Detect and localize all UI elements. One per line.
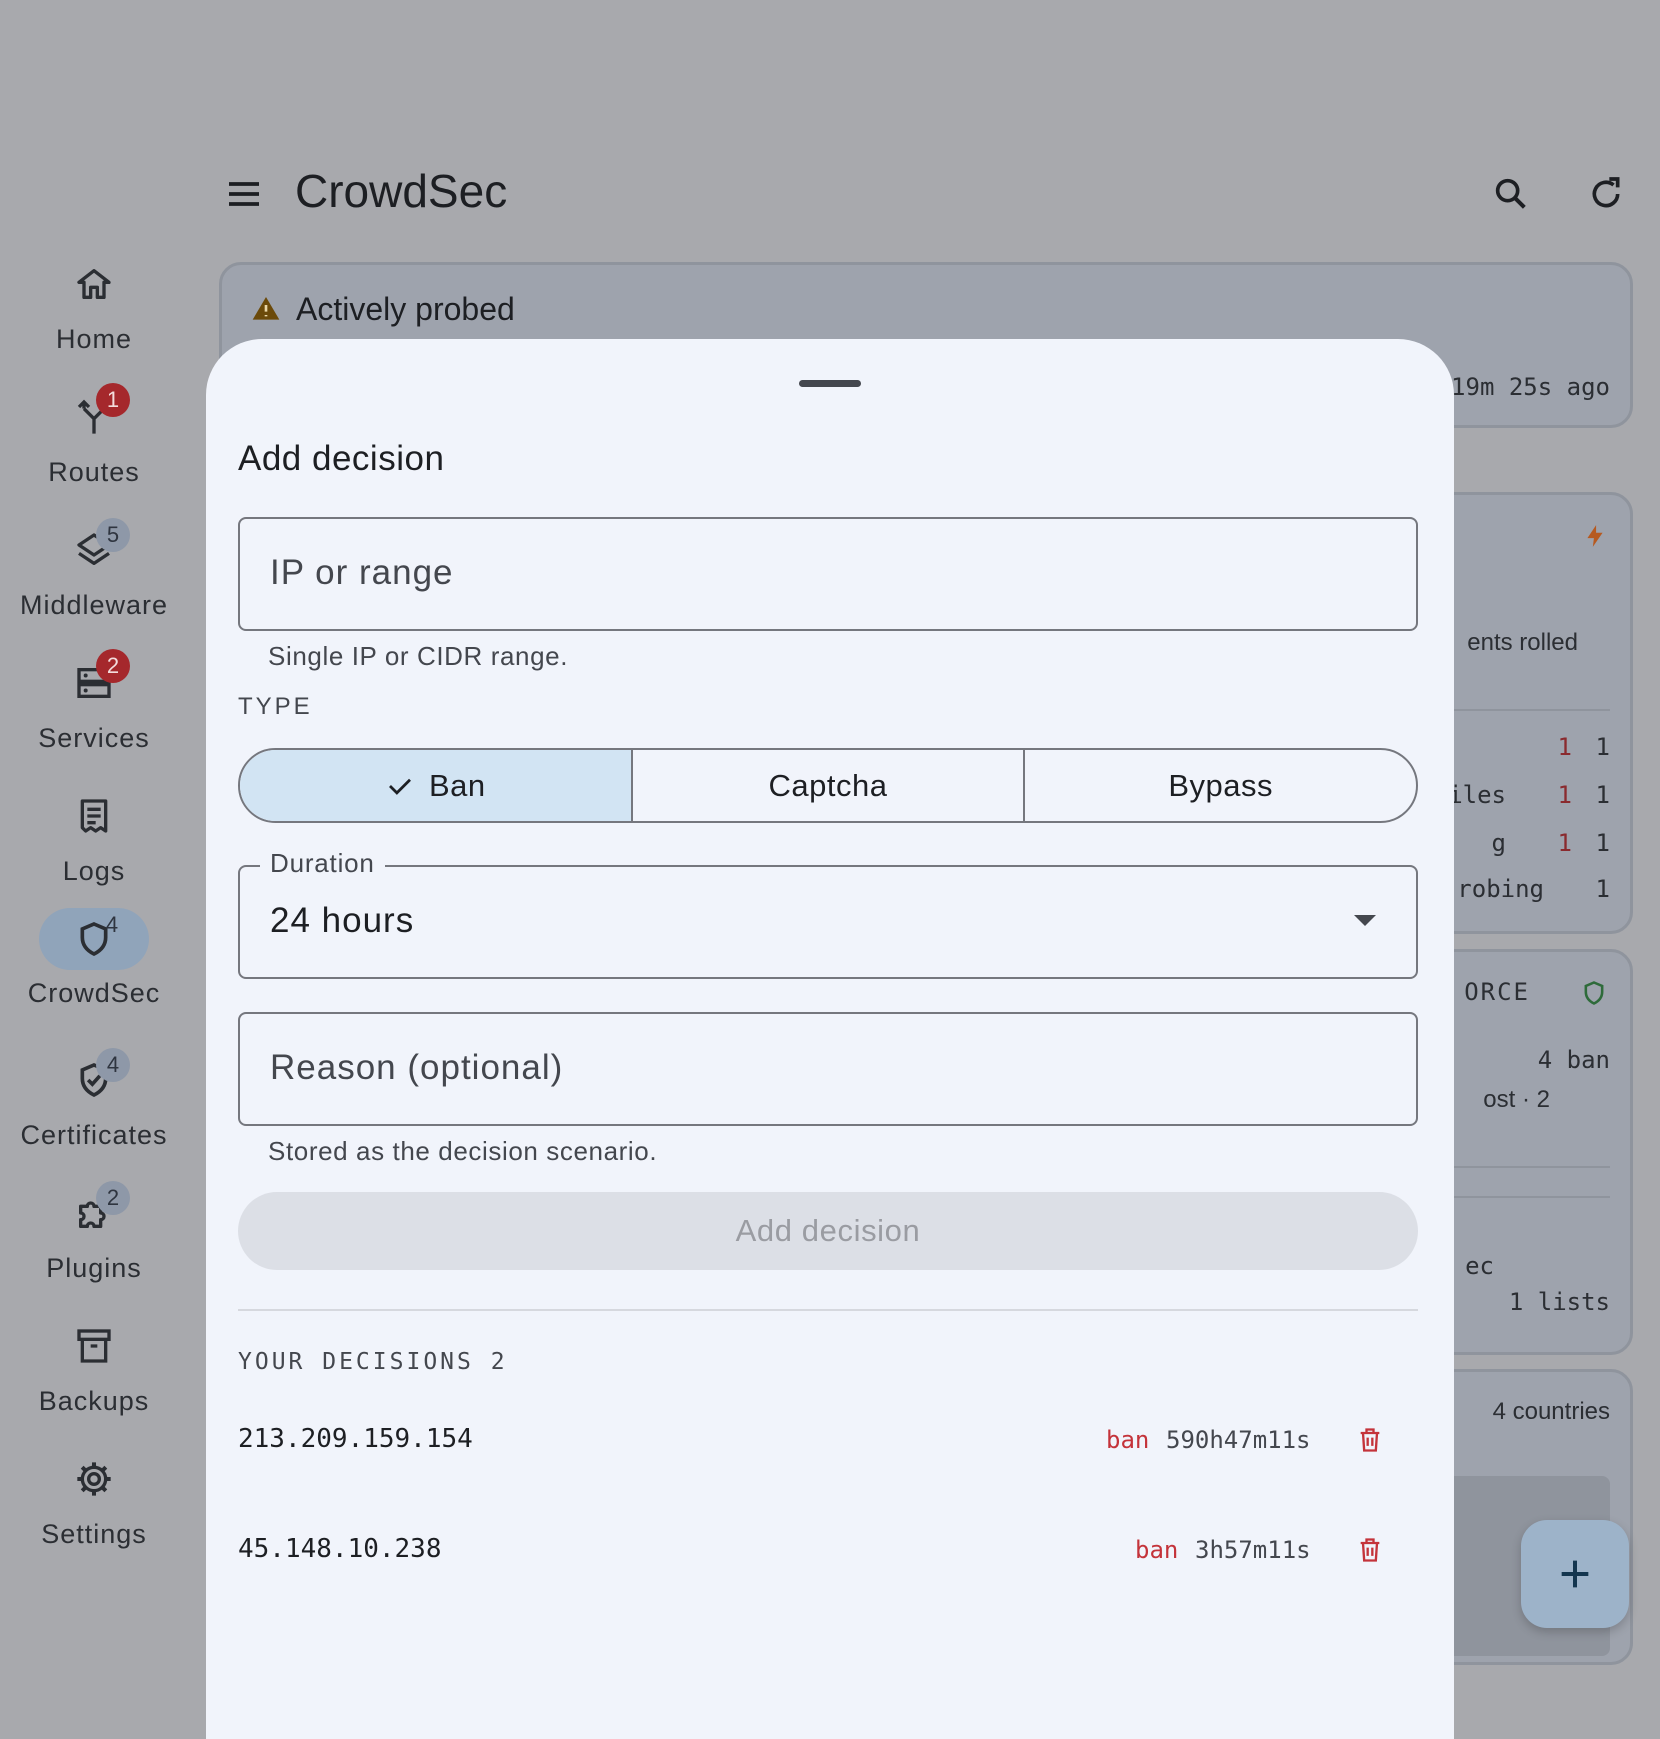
add-decision-sheet: Add decision IP or range Single IP or CI… <box>206 339 1454 1739</box>
ip-placeholder: IP or range <box>270 553 454 592</box>
trash-icon <box>1360 1538 1380 1562</box>
type-segmented-button: Ban Captcha Bypass <box>238 748 1418 823</box>
delete-decision-button[interactable] <box>1352 1532 1388 1568</box>
duration-label: Duration <box>260 848 385 879</box>
decision-type: ban <box>1135 1536 1179 1564</box>
reason-input[interactable]: Reason (optional) <box>238 1012 1418 1126</box>
decision-row: 213.209.159.154 ban 590h47m11s <box>238 1410 1418 1470</box>
add-decision-button[interactable]: Add decision <box>238 1192 1418 1270</box>
duration-select[interactable]: Duration 24 hours <box>238 848 1418 979</box>
reason-placeholder: Reason (optional) <box>270 1048 564 1087</box>
drag-handle[interactable] <box>799 380 861 387</box>
decision-remaining: 590h47m11s <box>1166 1426 1311 1454</box>
type-label: TYPE <box>238 693 313 720</box>
type-captcha-button[interactable]: Captcha <box>630 750 1024 821</box>
duration-value: 24 hours <box>270 901 415 940</box>
ip-input[interactable]: IP or range <box>238 517 1418 631</box>
type-captcha-label: Captcha <box>768 767 888 803</box>
trash-icon <box>1360 1428 1380 1452</box>
decision-ip: 45.148.10.238 <box>238 1534 442 1564</box>
type-ban-button[interactable]: Ban <box>240 750 631 821</box>
delete-decision-button[interactable] <box>1352 1422 1388 1458</box>
decision-remaining: 3h57m11s <box>1195 1536 1311 1564</box>
dropdown-arrow-icon <box>1354 915 1376 926</box>
decision-ip: 213.209.159.154 <box>238 1424 473 1454</box>
reason-helper-text: Stored as the decision scenario. <box>268 1136 658 1166</box>
type-bypass-label: Bypass <box>1168 767 1274 803</box>
check-icon <box>385 771 415 801</box>
type-bypass-button[interactable]: Bypass <box>1023 750 1416 821</box>
decisions-header: YOUR DECISIONS 2 <box>238 1349 508 1375</box>
ip-helper-text: Single IP or CIDR range. <box>268 641 569 671</box>
sheet-title: Add decision <box>238 439 445 478</box>
decision-type: ban <box>1106 1426 1150 1454</box>
decision-row: 45.148.10.238 ban 3h57m11s <box>238 1520 1418 1580</box>
type-ban-label: Ban <box>429 767 486 803</box>
section-divider <box>238 1309 1418 1311</box>
